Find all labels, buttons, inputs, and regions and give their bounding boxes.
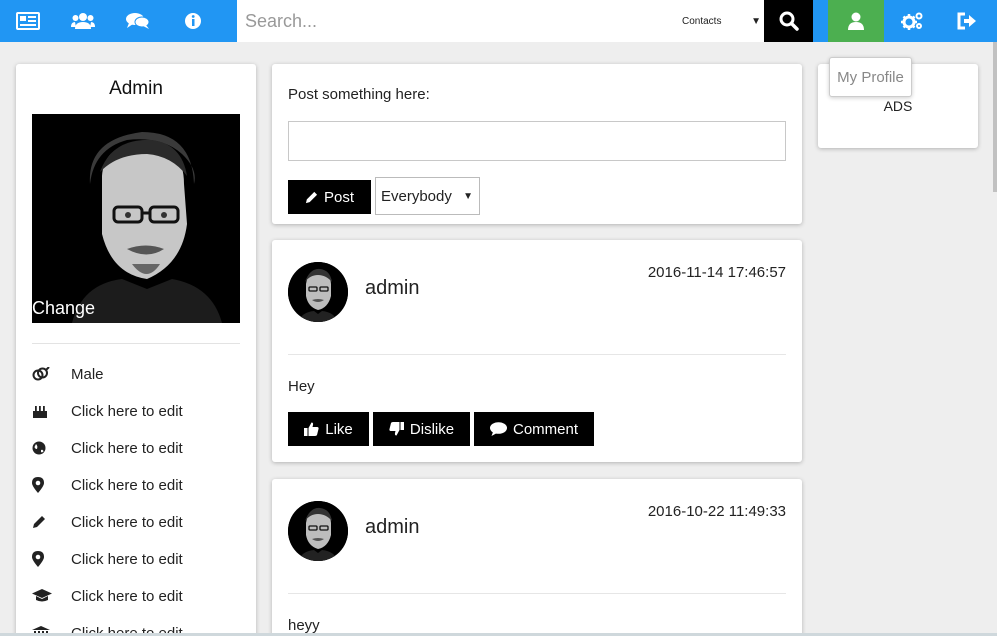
profile-field-hometown[interactable]: Click here to edit [32, 548, 240, 570]
composer-label: Post something here: [288, 86, 430, 103]
sign-out-icon[interactable] [939, 0, 994, 42]
post-button[interactable]: Post [288, 180, 371, 214]
search-icon [779, 11, 799, 31]
users-icon[interactable] [55, 0, 110, 42]
comment-icon [489, 422, 507, 436]
profile-field-location[interactable]: Click here to edit [32, 474, 240, 496]
search-scope-select[interactable]: Contacts ▼ [677, 12, 761, 30]
avatar[interactable] [288, 501, 348, 561]
caret-down-icon: ▼ [463, 190, 473, 202]
thumbs-up-icon [304, 422, 319, 436]
change-photo-link[interactable]: Change [32, 298, 95, 319]
post-text: Hey [288, 378, 315, 395]
birthday-cake-icon [32, 402, 52, 420]
profile-field-country[interactable]: Click here to edit [32, 437, 240, 459]
post-timestamp: 2016-11-14 17:46:57 [647, 264, 786, 281]
search-bar: Contacts ▼ [237, 0, 764, 42]
search-button[interactable] [764, 0, 813, 42]
post-author[interactable]: admin [365, 516, 419, 539]
profile-field-birthday[interactable]: Click here to edit [32, 400, 240, 422]
post-card: admin 2016-11-14 17:46:57 Hey Like Disli… [272, 240, 802, 462]
profile-field-education[interactable]: Click here to edit [32, 585, 240, 607]
ads-label: ADS [883, 98, 913, 114]
audience-select[interactable]: Everybody ▼ [375, 177, 480, 215]
profile-field-about[interactable]: Click here to edit [32, 511, 240, 533]
gender-icon [32, 365, 52, 383]
dislike-label: Dislike [409, 420, 455, 438]
profile-field-label: Click here to edit [71, 550, 183, 568]
avatar[interactable] [288, 262, 348, 322]
user-icon [848, 12, 864, 30]
graduation-cap-icon [32, 587, 52, 605]
like-label: Like [325, 420, 353, 438]
caret-down-icon: ▼ [751, 15, 761, 27]
top-navbar: Contacts ▼ [0, 0, 997, 42]
post-button-label: Post [323, 188, 354, 206]
post-text: heyy [288, 617, 320, 634]
audience-value: Everybody [381, 187, 452, 205]
pencil-icon [32, 513, 52, 531]
map-marker-icon [32, 550, 52, 568]
pencil-icon [305, 191, 318, 203]
profile-field-label: Click here to edit [71, 587, 183, 605]
post-author[interactable]: admin [365, 277, 419, 300]
comment-button[interactable]: Comment [474, 412, 594, 446]
globe-icon [32, 439, 52, 457]
divider [288, 593, 786, 594]
cogs-icon[interactable] [884, 0, 939, 42]
profile-field-label: Click here to edit [71, 439, 183, 457]
profile-field-label: Click here to edit [71, 513, 183, 531]
profile-field-label: Click here to edit [71, 476, 183, 494]
profile-name: Admin [109, 78, 163, 99]
profile-photo[interactable] [32, 114, 240, 323]
newspaper-icon[interactable] [0, 0, 55, 42]
comments-icon[interactable] [110, 0, 165, 42]
dislike-button[interactable]: Dislike [373, 412, 470, 446]
thumbs-down-icon [389, 422, 404, 436]
post-card: admin 2016-10-22 11:49:33 heyy [272, 479, 802, 636]
divider [32, 343, 240, 344]
info-icon[interactable] [165, 0, 220, 42]
profile-field-label: Click here to edit [71, 402, 183, 420]
map-marker-icon [32, 476, 52, 494]
like-button[interactable]: Like [288, 412, 369, 446]
scrollbar[interactable] [993, 42, 997, 192]
divider [288, 354, 786, 355]
profile-field-label: Male [71, 365, 104, 383]
my-profile-tooltip: My Profile [829, 57, 912, 97]
search-input[interactable] [237, 0, 657, 42]
post-timestamp: 2016-10-22 11:49:33 [647, 503, 786, 520]
profile-field-gender[interactable]: Male [32, 363, 240, 385]
post-text-input[interactable] [288, 121, 786, 161]
comment-label: Comment [512, 420, 579, 438]
search-scope-label: Contacts [682, 15, 722, 27]
post-composer: Post something here: Post Everybody ▼ [272, 64, 802, 224]
profile-card: Admin Change Male Click here to edit Cli… [16, 64, 256, 636]
my-profile-button[interactable] [828, 0, 884, 42]
